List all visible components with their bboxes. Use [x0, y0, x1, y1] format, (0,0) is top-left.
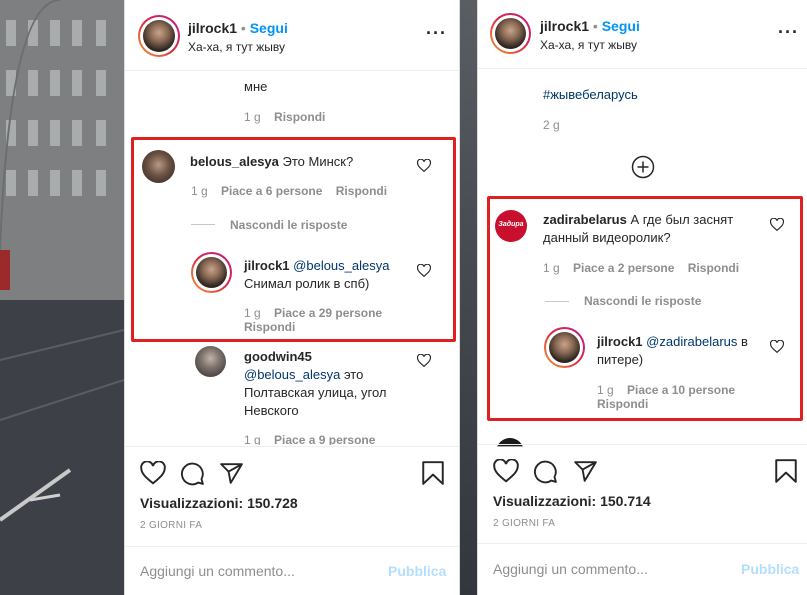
reply-time: 1 g	[244, 433, 261, 445]
comment-icon[interactable]	[180, 461, 205, 486]
post-date[interactable]: 2 GIORNI FA	[140, 520, 202, 531]
separator-dot: •	[592, 18, 598, 34]
reply-text: Невского	[244, 403, 299, 418]
caption-time: 2 g	[543, 118, 560, 132]
more-options-icon[interactable]: ···	[426, 24, 447, 42]
highlight-box-right	[487, 196, 803, 421]
hashtag-link[interactable]: #жывебеларусь	[543, 87, 638, 102]
post-location[interactable]: Ха-ха, я тут жыву	[540, 38, 637, 52]
post-author-username[interactable]: jilrock1	[540, 18, 589, 34]
post-author-avatar[interactable]	[138, 15, 180, 57]
post-author-avatar[interactable]	[490, 13, 531, 54]
comment-time: 1 g	[244, 110, 261, 124]
post-author-username[interactable]: jilrock1	[188, 20, 237, 36]
follow-button[interactable]: Segui	[602, 18, 640, 34]
reply-text: это	[343, 367, 364, 382]
separator-dot: •	[240, 20, 246, 36]
reply-likes[interactable]: Piace a 9 persone	[274, 433, 375, 445]
comment-input[interactable]: Aggiungi un commento...	[493, 561, 648, 577]
publish-button[interactable]: Pubblica	[388, 563, 446, 579]
like-heart-icon[interactable]	[417, 354, 431, 367]
save-bookmark-icon[interactable]	[421, 460, 445, 486]
load-more-comments-icon[interactable]	[631, 155, 655, 179]
reply-avatar-goodwin45[interactable]	[195, 346, 226, 377]
like-icon[interactable]	[493, 459, 519, 483]
view-count[interactable]: Visualizzazioni: 150.728	[140, 495, 298, 511]
street-scene-graphic	[0, 0, 124, 595]
comment-input[interactable]: Aggiungi un commento...	[140, 563, 295, 579]
view-count[interactable]: Visualizzazioni: 150.714	[493, 493, 651, 509]
video-frame-left	[0, 0, 124, 595]
like-icon[interactable]	[140, 461, 166, 485]
publish-button[interactable]: Pubblica	[741, 561, 799, 577]
reply-mention[interactable]: @belous_alesya	[244, 367, 340, 382]
post-location[interactable]: Ха-ха, я тут жыву	[188, 40, 285, 54]
follow-button[interactable]: Segui	[250, 20, 288, 36]
video-frame-right	[460, 0, 477, 595]
save-bookmark-icon[interactable]	[774, 458, 798, 484]
post-date[interactable]: 2 GIORNI FA	[493, 518, 555, 529]
comment-icon[interactable]	[533, 459, 558, 484]
highlight-box-left	[131, 137, 456, 342]
reply-text: Полтавская улица, угол	[244, 385, 387, 400]
reply-username[interactable]: goodwin45	[244, 349, 312, 364]
share-icon[interactable]	[219, 461, 244, 486]
more-options-icon[interactable]: ···	[778, 23, 799, 41]
reply-button[interactable]: Rispondi	[274, 110, 325, 124]
share-icon[interactable]	[573, 459, 598, 484]
previous-comment-text: мне	[244, 79, 268, 94]
